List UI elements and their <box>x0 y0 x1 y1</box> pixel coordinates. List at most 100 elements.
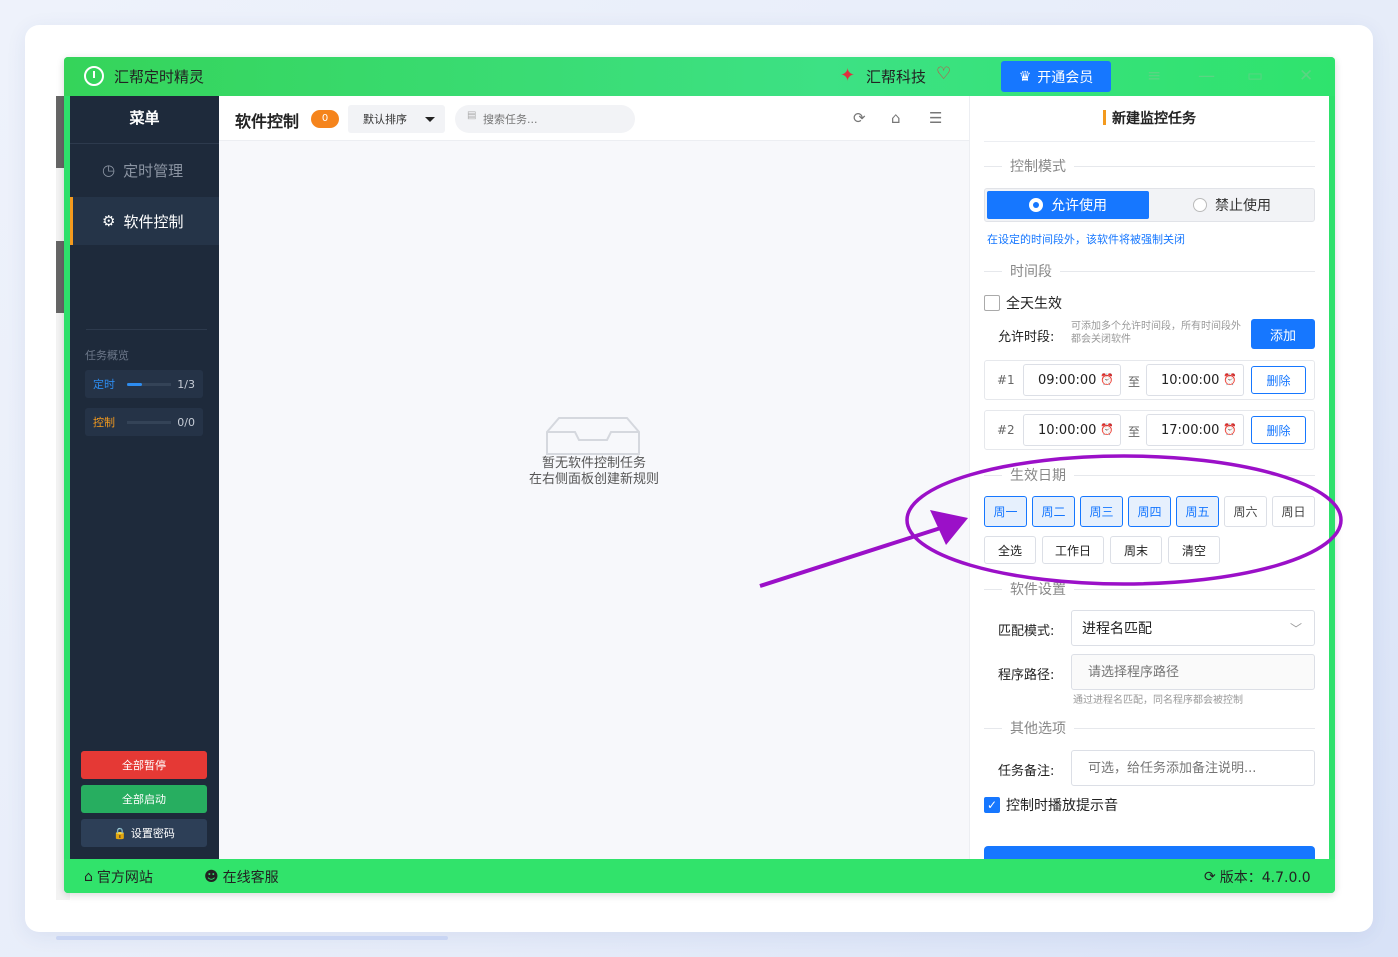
panel-title: 新建监控任务 <box>970 108 1329 128</box>
pause-all-button[interactable]: 全部暂停 <box>81 751 207 779</box>
start-time-value: 09:00:00 <box>1038 372 1097 388</box>
delete-slot-button[interactable]: 删除 <box>1251 416 1306 444</box>
count-badge: 0 <box>311 110 339 128</box>
refresh-icon[interactable]: ⟳ <box>853 109 866 127</box>
strip-mark <box>56 241 64 313</box>
play-sound-checkbox[interactable]: ✓ 控制时播放提示音 <box>984 795 1118 815</box>
section-software: 软件设置 <box>984 579 1315 599</box>
slot-index: #1 <box>997 373 1015 387</box>
main-content: 软件控制 0 默认排序 ▤ ⟳ ⌂ ☰ 暂无软件控制任务 在右侧面板创建新规则 <box>219 96 969 859</box>
mode-deny-option[interactable]: 禁止使用 <box>1151 191 1313 219</box>
clock-icon: ◷ <box>102 161 116 179</box>
online-service-label: 在线客服 <box>222 870 279 886</box>
sidebar: 菜单 ◷ 定时管理 ⚙ 软件控制 任务概览 定时 1/3 控制 0/0 全部暂停… <box>70 96 219 859</box>
crown-icon: ♛ <box>1018 68 1032 85</box>
sidebar-item-label: 定时管理 <box>123 161 184 180</box>
day-wed-button[interactable]: 周三 <box>1080 496 1123 527</box>
day-mon-button[interactable]: 周一 <box>984 496 1027 527</box>
clear-button[interactable]: 清空 <box>1168 536 1220 564</box>
set-password-label: 设置密码 <box>130 827 175 840</box>
divider <box>984 141 1315 142</box>
end-time-input[interactable]: 17:00:00 ⏰ <box>1146 414 1244 446</box>
heart-icon: ♡ <box>936 64 952 84</box>
mode-deny-label: 禁止使用 <box>1215 198 1271 214</box>
section-date: 生效日期 <box>984 465 1315 485</box>
version-info[interactable]: ⟳ 版本：4.7.0.0 <box>1204 867 1311 887</box>
refresh-icon: ⟳ <box>1204 869 1216 885</box>
overview-timer-row: 定时 1/3 <box>85 370 203 398</box>
overview-label: 控制 <box>93 416 115 429</box>
weekend-button[interactable]: 周末 <box>1110 536 1162 564</box>
alarm-icon: ⏰ <box>1100 373 1114 386</box>
start-all-button[interactable]: 全部启动 <box>81 785 207 813</box>
mode-allow-label: 允许使用 <box>1051 198 1107 214</box>
match-mode-select[interactable]: 进程名匹配 ﹀ <box>1071 610 1315 646</box>
program-path-input[interactable] <box>1071 654 1315 690</box>
submit-button[interactable] <box>984 846 1315 859</box>
section-title: 软件设置 <box>1010 582 1066 598</box>
checkbox-checked-icon: ✓ <box>984 797 1000 813</box>
end-time-input[interactable]: 10:00:00 ⏰ <box>1146 364 1244 396</box>
sidebar-item-timer[interactable]: ◷ 定时管理 <box>70 146 219 194</box>
match-mode-value: 进程名匹配 <box>1082 621 1152 637</box>
empty-inbox-icon <box>546 417 640 455</box>
to-label: 至 <box>1128 425 1141 439</box>
official-website-link[interactable]: ⌂ 官方网站 <box>84 867 153 887</box>
brand-logo-icon: ✦ <box>840 65 856 86</box>
time-slot-1: #1 09:00:00 ⏰ 至 10:00:00 ⏰ 删除 <box>984 360 1315 400</box>
alarm-clock-icon <box>84 66 104 86</box>
day-sun-button[interactable]: 周日 <box>1272 496 1315 527</box>
home-icon[interactable]: ⌂ <box>891 109 901 127</box>
day-tue-button[interactable]: 周二 <box>1032 496 1075 527</box>
user-icon: ☻ <box>204 869 219 885</box>
start-time-input[interactable]: 09:00:00 ⏰ <box>1023 364 1121 396</box>
task-note-input[interactable] <box>1071 750 1315 786</box>
add-period-button[interactable]: 添加 <box>1251 319 1315 349</box>
sidebar-item-software-control[interactable]: ⚙ 软件控制 <box>70 197 219 245</box>
chevron-down-icon: ﹀ <box>1289 622 1302 636</box>
workdays-button[interactable]: 工作日 <box>1042 536 1104 564</box>
divider <box>70 143 219 144</box>
empty-line-1: 暂无软件控制任务 <box>541 456 646 471</box>
start-time-input[interactable]: 10:00:00 ⏰ <box>1023 414 1121 446</box>
maximize-icon[interactable]: ▭ <box>1247 66 1263 86</box>
menu-icon[interactable]: ≡ <box>1147 66 1161 86</box>
time-slot-2: #2 10:00:00 ⏰ 至 17:00:00 ⏰ 删除 <box>984 410 1315 450</box>
caret-down-icon <box>425 117 435 122</box>
sort-dropdown[interactable]: 默认排序 <box>348 105 445 133</box>
section-mode: 控制模式 <box>984 156 1315 176</box>
overview-count: 1/3 <box>177 377 195 391</box>
list-icon[interactable]: ☰ <box>929 109 942 127</box>
day-thu-button[interactable]: 周四 <box>1128 496 1171 527</box>
version-label: 版本：4.7.0.0 <box>1219 870 1311 886</box>
overview-progress <box>127 420 172 424</box>
mode-allow-option[interactable]: 允许使用 <box>987 191 1149 219</box>
close-icon[interactable]: ✕ <box>1299 66 1313 86</box>
minimize-icon[interactable]: — <box>1198 66 1215 86</box>
radio-checked-icon <box>1029 198 1043 212</box>
overview-label: 定时 <box>93 378 115 391</box>
online-service-link[interactable]: ☻ 在线客服 <box>204 867 279 887</box>
sort-label: 默认排序 <box>363 113 407 126</box>
vip-button[interactable]: ♛ 开通会员 <box>1001 61 1111 92</box>
program-path-hint: 通过进程名匹配，同名程序都会被控制 <box>1073 695 1243 706</box>
play-sound-label: 控制时播放提示音 <box>1006 798 1118 814</box>
overview-progress-fill <box>127 382 142 386</box>
brand-name: 汇帮科技 <box>866 68 927 86</box>
section-title: 生效日期 <box>1010 468 1066 484</box>
set-password-button[interactable]: 🔒 设置密码 <box>81 819 207 847</box>
title-bar[interactable]: 汇帮定时精灵 ✦ 汇帮科技 ♡ ♛ 开通会员 ≡ — ▭ ✕ <box>64 57 1335 96</box>
search-input[interactable] <box>455 105 635 133</box>
start-time-value: 10:00:00 <box>1038 422 1097 438</box>
delete-slot-button[interactable]: 删除 <box>1251 366 1306 394</box>
alarm-icon: ⏰ <box>1223 423 1237 436</box>
panel-title-text: 新建监控任务 <box>1112 111 1196 127</box>
section-title: 其他选项 <box>1010 721 1066 737</box>
menu-title: 菜单 <box>129 109 160 127</box>
select-all-button[interactable]: 全选 <box>984 536 1036 564</box>
all-day-checkbox[interactable]: 全天生效 <box>984 293 1062 313</box>
day-sat-button[interactable]: 周六 <box>1224 496 1267 527</box>
section-title: 控制模式 <box>1010 159 1066 175</box>
day-fri-button[interactable]: 周五 <box>1176 496 1219 527</box>
main-toolbar: 软件控制 0 默认排序 ▤ ⟳ ⌂ ☰ <box>219 96 969 141</box>
